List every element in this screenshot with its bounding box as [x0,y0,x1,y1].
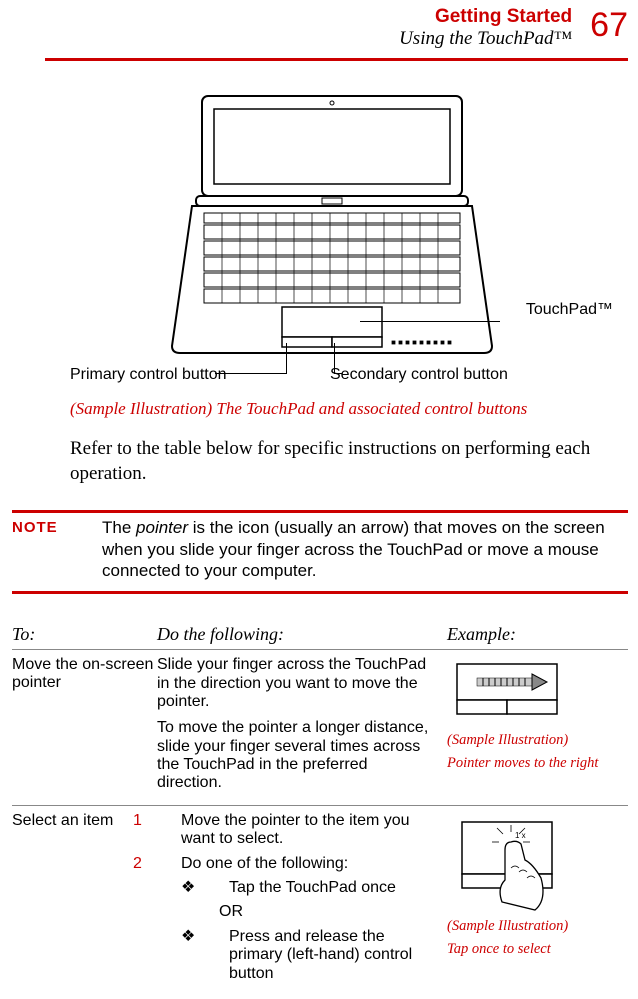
table-row: Select an item 1Move the pointer to the … [12,812,628,989]
row1-do-p1: Slide your finger across the TouchPad in… [157,656,435,711]
bullet-icon: ❖ [205,928,229,946]
callout-secondary: Secondary control button [330,366,508,384]
callout-touchpad: TouchPad™ [526,301,613,319]
note-text: The pointer is the icon (usually an arro… [102,517,613,581]
note-term: pointer [136,518,188,537]
row1-do: Slide your finger across the TouchPad in… [157,656,447,801]
row2-ex-sub: Tap once to select [447,941,628,958]
table-header: To: Do the following: Example: [12,624,628,645]
row2-step2: 2Do one of the following: [157,855,435,873]
step-num-2: 2 [157,855,181,873]
row2-do: 1Move the pointer to the item you want t… [157,812,447,989]
row2-step1: 1Move the pointer to the item you want t… [157,812,435,849]
row2-ex-title: (Sample Illustration) [447,918,628,935]
bullet1-text: Tap the TouchPad once [229,879,396,896]
table-row: Move the on-screen pointer Slide your fi… [12,656,628,801]
row1-to: Move the on-screen pointer [12,656,157,801]
row1-ex-sub: Pointer moves to the right [447,755,628,772]
table-rule-1 [12,649,628,650]
step1-text: Move the pointer to the item you want to… [181,812,410,847]
callout-primary: Primary control button [70,366,227,384]
header-rule [45,58,628,61]
header-do: Do the following: [157,624,447,645]
step-num-1: 1 [157,812,181,830]
intro-text: Refer to the table below for specific in… [70,437,613,486]
note-rule-top [12,510,628,513]
row1-example: (Sample Illustration) Pointer moves to t… [447,656,628,801]
page-header: Getting Started Using the TouchPad™ 67 [0,0,638,54]
bullet-icon: ❖ [205,879,229,897]
bullet2-text: Press and release the primary (left-hand… [229,928,412,982]
note-before: The [102,518,136,537]
step2-text: Do one of the following: [181,855,348,872]
header-to: To: [12,624,157,645]
row2-to: Select an item [12,812,157,989]
header-example: Example: [447,624,628,645]
laptop-figure: TouchPad™ Primary control button Seconda… [70,91,593,391]
chapter-title: Getting Started [399,6,572,28]
table-rule-2 [12,805,628,806]
row2-bullet1: ❖Tap the TouchPad once [181,879,435,897]
row2-example: 1 x (Sample Illustration) Tap once to se… [447,812,628,989]
figure-caption: (Sample Illustration) The TouchPad and a… [70,399,628,419]
row2-bullet2: ❖Press and release the primary (left-han… [181,928,435,983]
header-titles: Getting Started Using the TouchPad™ [399,6,572,50]
row1-do-p2: To move the pointer a longer distance, s… [157,719,435,793]
section-title: Using the TouchPad™ [399,28,572,50]
note-rule-bottom [12,591,628,594]
thumb-pointer-move [447,656,587,726]
note-label: NOTE [12,517,102,581]
svg-text:1 x: 1 x [515,831,526,840]
row2-or: OR [219,903,435,921]
thumb-tap-select: 1 x [447,812,587,912]
note-block: NOTE The pointer is the icon (usually an… [12,517,613,581]
page-number: 67 [590,8,628,42]
row1-ex-title: (Sample Illustration) [447,732,628,749]
